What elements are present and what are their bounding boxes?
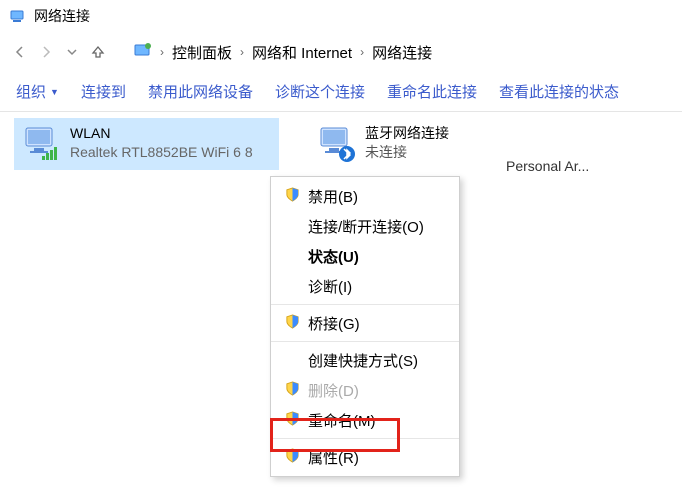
menu-item-label: 属性(R): [308, 447, 359, 468]
chevron-right-icon: ›: [160, 45, 164, 59]
nav-bar: › 控制面板 › 网络和 Internet › 网络连接: [0, 32, 682, 72]
spacer-icon: [285, 219, 300, 234]
back-button[interactable]: [10, 42, 30, 62]
menu-item-label: 诊断(I): [308, 276, 352, 297]
adapter-device: Realtek RTL8852BE WiFi 6 8: [70, 143, 253, 162]
breadcrumb-item[interactable]: 网络连接: [372, 42, 432, 63]
control-panel-icon: [134, 41, 152, 63]
menu-item-label: 桥接(G): [308, 313, 360, 334]
breadcrumb-item[interactable]: 网络和 Internet: [252, 42, 352, 63]
menu-item-label: 删除(D): [308, 380, 359, 401]
menu-item-label: 状态(U): [308, 246, 359, 267]
menu-item[interactable]: 连接/断开连接(O): [271, 211, 459, 241]
window-title: 网络连接: [34, 6, 90, 26]
adapter-status: 未连接: [365, 143, 449, 162]
shield-icon: [285, 411, 300, 430]
adapter-texts: 蓝牙网络连接 未连接: [365, 124, 449, 162]
title-bar: 网络连接: [0, 0, 682, 32]
shield-icon: [285, 314, 300, 333]
menu-item-label: 禁用(B): [308, 186, 358, 207]
shield-icon: [285, 187, 300, 206]
menu-item-label: 创建快捷方式(S): [308, 350, 418, 371]
chevron-down-icon: ▼: [50, 87, 59, 97]
menu-item[interactable]: 重命名(M): [271, 405, 459, 435]
up-button[interactable]: [88, 42, 108, 62]
adapter-item-wlan[interactable]: WLAN Realtek RTL8852BE WiFi 6 8: [14, 118, 279, 170]
shield-icon: [285, 448, 300, 467]
toolbar-diagnose[interactable]: 诊断这个连接: [275, 81, 365, 102]
menu-item[interactable]: 诊断(I): [271, 271, 459, 301]
spacer-icon: [285, 279, 300, 294]
content-area: WLAN Realtek RTL8852BE WiFi 6 8 蓝牙网络连接 未: [0, 112, 682, 170]
toolbar-organize[interactable]: 组织 ▼: [16, 81, 59, 102]
forward-button[interactable]: [36, 42, 56, 62]
adapter-texts: WLAN Realtek RTL8852BE WiFi 6 8: [70, 124, 253, 162]
window-icon: [10, 8, 26, 24]
spacer-icon: [285, 353, 300, 368]
menu-item[interactable]: 创建快捷方式(S): [271, 345, 459, 375]
recent-dropdown[interactable]: [62, 42, 82, 62]
menu-item[interactable]: 属性(R): [271, 442, 459, 472]
menu-separator: [271, 304, 459, 305]
breadcrumb-item[interactable]: 控制面板: [172, 42, 232, 63]
truncated-label: Personal Ar...: [506, 158, 589, 174]
adapter-name: WLAN: [70, 124, 253, 143]
wifi-adapter-icon: [22, 124, 62, 164]
breadcrumb[interactable]: › 控制面板 › 网络和 Internet › 网络连接: [134, 41, 432, 63]
menu-separator: [271, 341, 459, 342]
menu-item-label: 连接/断开连接(O): [308, 216, 424, 237]
menu-item[interactable]: 桥接(G): [271, 308, 459, 338]
menu-item[interactable]: 状态(U): [271, 241, 459, 271]
toolbar-disable[interactable]: 禁用此网络设备: [148, 81, 253, 102]
chevron-right-icon: ›: [360, 45, 364, 59]
menu-item-label: 重命名(M): [308, 410, 376, 431]
menu-separator: [271, 438, 459, 439]
shield-icon: [285, 381, 300, 400]
bluetooth-adapter-icon: [317, 124, 357, 164]
menu-item: 删除(D): [271, 375, 459, 405]
adapter-name: 蓝牙网络连接: [365, 124, 449, 143]
menu-item[interactable]: 禁用(B): [271, 181, 459, 211]
toolbar-rename[interactable]: 重命名此连接: [387, 81, 477, 102]
toolbar: 组织 ▼ 连接到 禁用此网络设备 诊断这个连接 重命名此连接 查看此连接的状态: [0, 72, 682, 112]
spacer-icon: [285, 249, 300, 264]
chevron-right-icon: ›: [240, 45, 244, 59]
context-menu: 禁用(B) 连接/断开连接(O) 状态(U) 诊断(I) 桥接(G) 创建快捷方式(S) 删…: [270, 176, 460, 477]
toolbar-connect[interactable]: 连接到: [81, 81, 126, 102]
toolbar-status[interactable]: 查看此连接的状态: [499, 81, 619, 102]
